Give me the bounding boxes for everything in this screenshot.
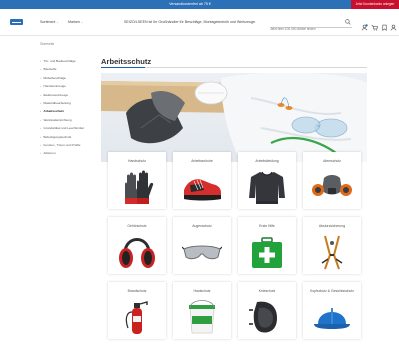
knee-pad-icon <box>249 301 277 333</box>
nav-item-marken[interactable]: Marken ⌄ <box>68 20 84 25</box>
promo-bar: Versandkostenfrei ab 75 € Jetzt Kundenko… <box>0 0 399 9</box>
bookmark-icon[interactable] <box>381 24 388 31</box>
category-label: Gehörschutz <box>127 224 147 228</box>
first-aid-kit-icon <box>252 237 282 268</box>
safety-shoe-icon <box>184 179 221 201</box>
title-accent-bar <box>101 66 145 68</box>
nav-label: Sortiment <box>40 20 56 24</box>
category-label: Augenschutz <box>192 224 212 228</box>
breadcrumb[interactable]: Startseite <box>40 42 54 46</box>
category-card-handschutz[interactable]: Handschutz <box>108 152 166 209</box>
sidebar-item-label: Baustoffe <box>43 67 57 72</box>
category-label: Arbeitskleidung <box>255 159 279 163</box>
sidebar-item-label: Elektrowerkzeuge <box>43 92 69 97</box>
register-badge[interactable]: Jetzt Kundenkonto anlegen <box>351 0 399 9</box>
earmuff-icon <box>119 238 155 268</box>
sidebar-item-label: Werkstatteinrichtung <box>43 117 72 122</box>
category-card-augenschutz[interactable]: Augenschutz <box>173 217 231 274</box>
category-label: Hautschutz <box>193 289 211 293</box>
category-card-brandschutz[interactable]: Brandschutz <box>108 282 166 339</box>
category-card-arbeitskleidung[interactable]: Arbeitskleidung <box>238 152 296 209</box>
harness-icon <box>321 235 343 270</box>
category-label: Handschutz <box>128 159 146 163</box>
nav-label: Marken <box>68 20 80 24</box>
chevron-down-icon: ⌄ <box>80 20 84 24</box>
category-card-erste-hilfe[interactable]: Erste Hilfe <box>238 217 296 274</box>
sweater-icon <box>249 171 285 204</box>
safety-glasses-icon <box>182 245 222 260</box>
account-icon[interactable] <box>390 24 397 31</box>
user-icon[interactable] <box>361 24 368 31</box>
page-title: Arbeitsschutz <box>101 57 152 66</box>
hard-hat-icon <box>314 308 350 329</box>
category-label: Arbeitsschuhe <box>191 159 213 163</box>
search-icon[interactable] <box>345 19 351 25</box>
search-box[interactable] <box>270 17 352 34</box>
sidebar-item-label: Tür- und Baubeschläge <box>43 59 76 63</box>
category-card-kopfschutz[interactable]: Kopfschutz & Gesichtsschutz <box>303 282 361 339</box>
category-label: Absturzsicherung <box>318 224 346 228</box>
promo-text: Versandkostenfrei ab 75 € <box>169 2 211 6</box>
nav-item-sortiment[interactable]: Sortiment ⌄ <box>40 20 59 25</box>
sidebar-item-label: Befestigungstechnik <box>43 134 72 139</box>
category-label: Kopfschutz & Gesichtsschutz <box>310 289 354 293</box>
sidebar-item-label: Materialbearbeitung <box>43 100 71 105</box>
category-card-knieschutz[interactable]: Knieschutz <box>238 282 296 339</box>
hero-illustration <box>101 73 367 162</box>
respirator-icon <box>312 175 352 196</box>
search-input[interactable] <box>270 24 342 34</box>
category-card-absturzsicherung[interactable]: Absturzsicherung <box>303 217 361 274</box>
hero-image <box>101 73 367 162</box>
sidebar-item-label: Grundartikel und Leuchtmittel <box>43 126 84 131</box>
cart-icon[interactable] <box>371 24 378 31</box>
glove-icon <box>125 170 154 204</box>
category-card-arbeitsschuhe[interactable]: Arbeitsschuhe <box>173 152 231 209</box>
category-card-gehoerschutz[interactable]: Gehörschutz <box>108 217 166 274</box>
category-label: Erste Hilfe <box>259 224 275 228</box>
skin-cream-bucket-icon <box>189 300 215 334</box>
chevron-down-icon: ⌄ <box>56 20 59 24</box>
category-label: Brandschutz <box>127 289 147 293</box>
category-label: Knieschutz <box>258 289 276 293</box>
header-slogan: SEIZO/LSEEN ist Ihr Großhändler für Besc… <box>124 20 256 24</box>
category-card-hautschutz[interactable]: Hautschutz <box>173 282 231 339</box>
category-sidebar: › Tür- und Baubeschläge › Baustoffe › Möbel… <box>40 59 95 161</box>
sidebar-item-aktionen[interactable]: › Aktionen <box>40 152 95 160</box>
category-label: Atemschutz <box>323 159 341 163</box>
sidebar-item-label: Handwerkzeuge <box>43 84 66 89</box>
category-card-atemschutz[interactable]: Atemschutz <box>303 152 361 209</box>
sidebar-item-label: Arbeitsschutz <box>43 109 64 114</box>
sidebar-item-label: Möbelbeschläge <box>43 75 67 80</box>
sidebar-item-label: Aktionen <box>43 151 56 156</box>
site-header: Sortiment ⌄ Marken ⌄ SEIZO/LSEEN ist Ihr… <box>0 9 399 36</box>
fire-extinguisher-icon <box>125 301 148 334</box>
sidebar-item-label: Fenster-, Türen und Profile <box>43 142 81 147</box>
logo[interactable] <box>10 19 23 25</box>
